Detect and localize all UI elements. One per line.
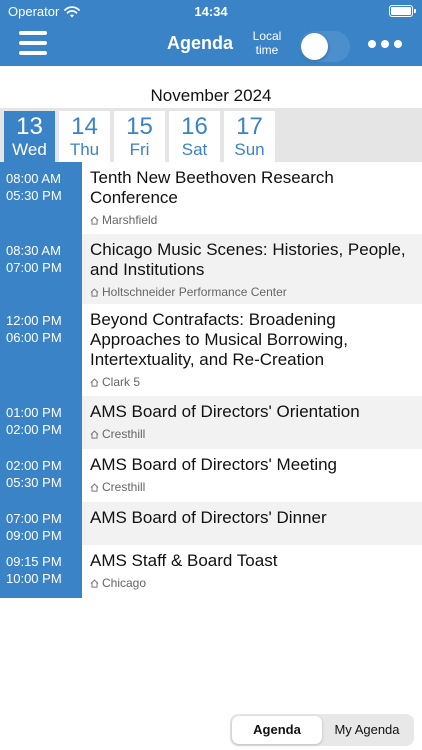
- event-body: Beyond Contrafacts: Broadening Approache…: [82, 304, 422, 396]
- page-title: Agenda: [166, 33, 233, 53]
- date-weekday: Thu: [69, 140, 100, 159]
- event-body: AMS Board of Directors' Dinner: [82, 502, 422, 545]
- hamburger-icon[interactable]: [19, 31, 47, 55]
- date-day-number: 14: [71, 113, 98, 140]
- event-times: 09:15 PM 10:00 PM: [0, 545, 82, 598]
- date-day-number: 16: [181, 113, 208, 140]
- date-weekday: Sat: [181, 140, 208, 159]
- event-start-time: 08:30 AM: [6, 243, 61, 258]
- event-title: AMS Board of Directors' Meeting: [90, 455, 338, 474]
- event-location: Cresthill: [90, 480, 414, 494]
- date-tab-17[interactable]: 17 Sun: [224, 111, 275, 162]
- home-icon: [90, 287, 99, 297]
- event-location-text: Cresthill: [102, 480, 146, 494]
- event-start-time: 09:15 PM: [6, 554, 62, 569]
- event-title: Chicago Music Scenes: Histories, People,…: [90, 240, 406, 279]
- date-weekday: Wed: [12, 140, 47, 159]
- date-tab-13[interactable]: 13 Wed: [4, 111, 55, 162]
- event-title: AMS Staff & Board Toast: [90, 551, 278, 570]
- home-icon: [90, 377, 99, 387]
- event-location-text: Marshfield: [102, 213, 158, 227]
- event-start-time: 02:00 PM: [6, 458, 62, 473]
- date-day-number: 13: [16, 113, 43, 140]
- event-row[interactable]: 08:30 AM 07:00 PM Chicago Music Scenes: Hi…: [0, 234, 422, 304]
- event-row[interactable]: 07:00 PM 09:00 PM AMS Board of Directors' …: [0, 502, 422, 545]
- event-title: AMS Board of Directors' Orientation: [90, 402, 360, 421]
- view-segmented-control: Agenda My Agenda: [230, 714, 414, 746]
- event-location: Chicago: [90, 576, 414, 590]
- date-weekday: Fri: [129, 140, 150, 159]
- date-day-number: 17: [236, 113, 263, 140]
- event-times: 07:00 PM 09:00 PM: [0, 502, 82, 545]
- event-location-text: Holtschneider Performance Center: [102, 285, 287, 299]
- date-tab-16[interactable]: 16 Sat: [169, 111, 220, 162]
- event-end-time: 06:00 PM: [6, 330, 62, 345]
- more-dots-icon[interactable]: [368, 40, 402, 48]
- local-time-label: Local time: [252, 29, 282, 57]
- date-strip: 13 Wed 14 Thu 15 Fri 16 Sat 17 Sun: [0, 108, 422, 162]
- event-end-time: 09:00 PM: [6, 528, 62, 543]
- event-start-time: 08:00 AM: [6, 171, 61, 186]
- event-end-time: 02:00 PM: [6, 422, 62, 437]
- segment-my-agenda[interactable]: My Agenda: [322, 716, 412, 744]
- event-times: 02:00 PM 05:30 PM: [0, 449, 82, 502]
- event-location: Holtschneider Performance Center: [90, 285, 414, 299]
- status-bar: Operator 14:34: [0, 0, 422, 22]
- event-list: 08:00 AM 05:30 PM Tenth New Beethoven Rese…: [0, 162, 422, 598]
- event-body: Tenth New Beethoven Research Conference M…: [82, 162, 422, 234]
- event-location: Marshfield: [90, 213, 414, 227]
- event-end-time: 05:30 PM: [6, 188, 62, 203]
- date-tab-14[interactable]: 14 Thu: [59, 111, 110, 162]
- event-start-time: 12:00 PM: [6, 313, 62, 328]
- home-icon: [90, 429, 99, 439]
- segment-agenda[interactable]: Agenda: [232, 716, 322, 744]
- local-time-toggle[interactable]: [299, 31, 350, 62]
- event-times: 01:00 PM 02:00 PM: [0, 396, 82, 449]
- event-location-text: Clark 5: [102, 375, 141, 389]
- event-start-time: 07:00 PM: [6, 511, 62, 526]
- event-times: 08:00 AM 05:30 PM: [0, 162, 82, 234]
- event-row[interactable]: 08:00 AM 05:30 PM Tenth New Beethoven Rese…: [0, 162, 422, 234]
- event-row[interactable]: 01:00 PM 02:00 PM AMS Board of Directors' …: [0, 396, 422, 449]
- event-title: Beyond Contrafacts: Broadening Approache…: [90, 310, 348, 369]
- toggle-knob: [301, 33, 328, 60]
- event-end-time: 05:30 PM: [6, 475, 62, 490]
- event-title: AMS Board of Directors' Dinner: [90, 508, 327, 527]
- event-body: AMS Board of Directors' Meeting Cresthill: [82, 449, 422, 502]
- event-start-time: 01:00 PM: [6, 405, 62, 420]
- event-location: Cresthill: [90, 427, 414, 441]
- clock: 14:34: [194, 4, 228, 19]
- date-day-number: 15: [126, 113, 153, 140]
- event-row[interactable]: 09:15 PM 10:00 PM AMS Staff & Board Toast C…: [0, 545, 422, 598]
- event-times: 12:00 PM 06:00 PM: [0, 304, 82, 396]
- month-label: November 2024: [150, 86, 272, 105]
- event-body: Chicago Music Scenes: Histories, People,…: [82, 234, 422, 304]
- battery-icon: [389, 5, 416, 17]
- date-weekday: Sun: [234, 140, 265, 159]
- event-end-time: 10:00 PM: [6, 571, 62, 586]
- event-end-time: 07:00 PM: [6, 260, 62, 275]
- home-icon: [90, 215, 99, 225]
- event-location: Clark 5: [90, 375, 414, 389]
- event-row[interactable]: 02:00 PM 05:30 PM AMS Board of Directors' …: [0, 449, 422, 502]
- event-location-text: Chicago: [102, 576, 147, 590]
- event-location-text: Cresthill: [102, 427, 146, 441]
- event-body: AMS Staff & Board Toast Chicago: [82, 545, 422, 598]
- event-title: Tenth New Beethoven Research Conference: [90, 168, 334, 207]
- home-icon: [90, 482, 99, 492]
- event-row[interactable]: 12:00 PM 06:00 PM Beyond Contrafacts: Broa…: [0, 304, 422, 396]
- event-times: 08:30 AM 07:00 PM: [0, 234, 82, 304]
- nav-bar: Agenda Local time: [0, 22, 422, 66]
- home-icon: [90, 578, 99, 588]
- date-tab-15[interactable]: 15 Fri: [114, 111, 165, 162]
- event-body: AMS Board of Directors' Orientation Crest…: [82, 396, 422, 449]
